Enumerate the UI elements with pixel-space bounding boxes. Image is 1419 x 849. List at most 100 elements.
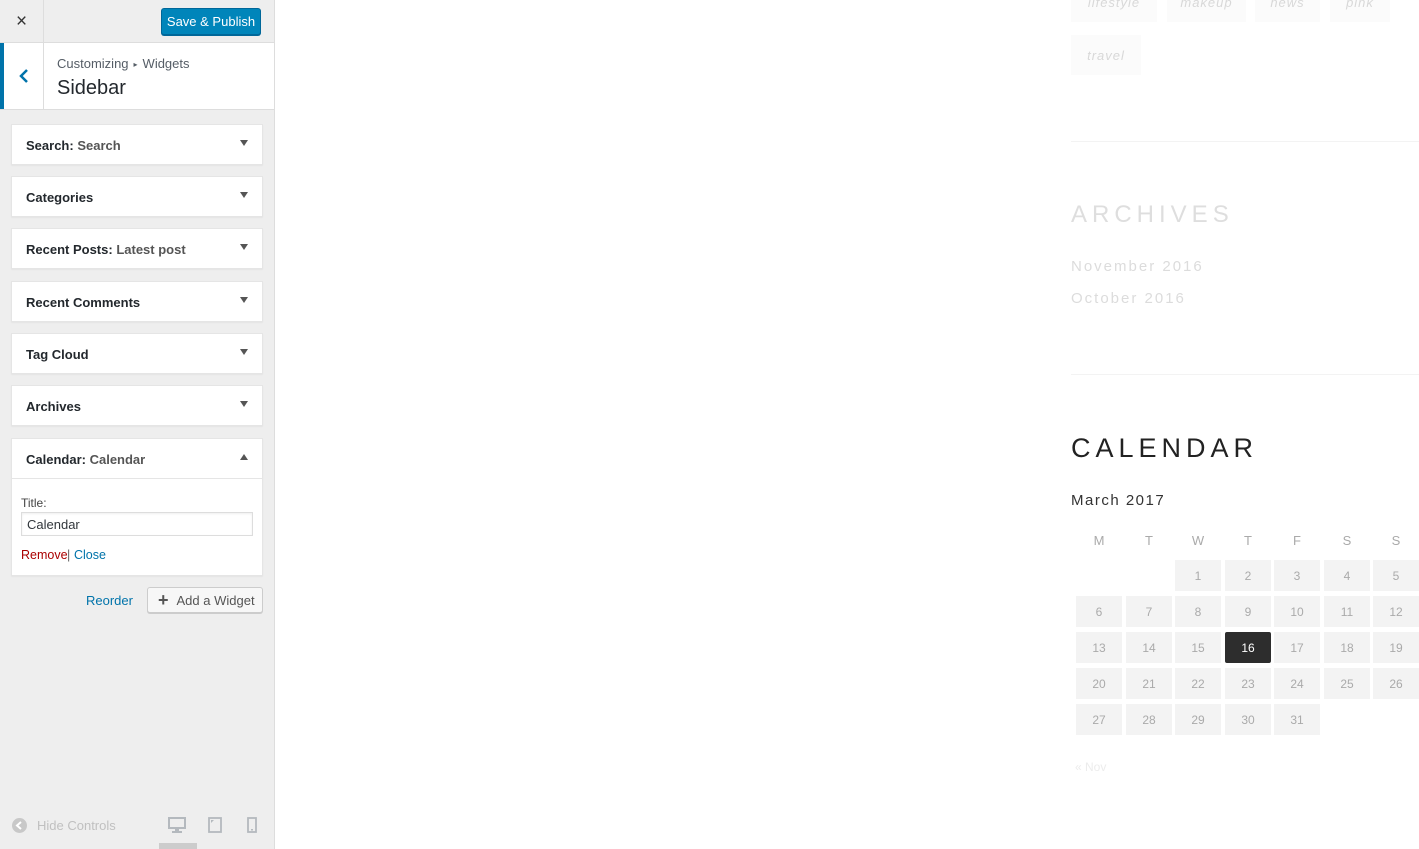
hide-controls-button[interactable]: Hide Controls [12,818,116,833]
breadcrumb: Customizing ▸ Widgets [57,56,190,71]
widget-recent-posts: Recent Posts: Latest post [11,228,263,269]
chevron-up-icon[interactable] [240,454,248,460]
calendar-day[interactable]: 4 [1324,560,1370,591]
widget-name: Search [26,138,70,153]
chevron-down-icon[interactable] [240,297,248,303]
breadcrumb-item-widgets: Widgets [142,56,190,71]
calendar-heading: CALENDAR [1071,433,1259,463]
chevron-left-icon [18,69,28,83]
archive-link[interactable]: November 2016 [1071,258,1204,275]
calendar-day[interactable]: 2 [1225,560,1271,591]
calendar-day[interactable]: 27 [1076,704,1122,735]
section-divider [1071,141,1419,142]
chevron-down-icon[interactable] [240,192,248,198]
tablet-preview-button[interactable] [208,817,222,838]
save-publish-button[interactable]: Save & Publish [161,8,261,35]
chevron-down-icon[interactable] [240,401,248,407]
widget-calendar-toggle[interactable]: Calendar: Calendar [12,439,262,479]
calendar-day[interactable]: 24 [1274,668,1320,699]
back-button[interactable] [0,43,44,109]
calendar-day[interactable]: 28 [1126,704,1172,735]
calendar-day[interactable]: 20 [1076,668,1122,699]
chevron-down-icon[interactable] [240,244,248,250]
calendar-day[interactable]: 11 [1324,596,1370,627]
desktop-icon [168,817,186,833]
calendar-day[interactable]: 6 [1076,596,1122,627]
close-customizer-button[interactable]: × [0,0,44,43]
widget-title: Calendar: Calendar [26,452,146,467]
mobile-icon [247,817,257,833]
tag-link[interactable]: pink [1330,0,1390,22]
calendar-day[interactable]: 12 [1373,596,1419,627]
calendar-day[interactable]: 5 [1373,560,1419,591]
widget-name: Calendar [26,452,82,467]
widget-title: Search: Search [26,138,121,153]
calendar-day[interactable]: 18 [1324,632,1370,663]
chevron-down-icon[interactable] [240,140,248,146]
add-widget-button[interactable]: + Add a Widget [147,587,263,613]
calendar-day[interactable]: 23 [1225,668,1271,699]
calendar-day[interactable]: 31 [1274,704,1320,735]
desktop-preview-button[interactable] [168,817,186,838]
collapse-arrow-icon [12,818,27,833]
calendar-day[interactable]: 15 [1175,632,1221,663]
prev-month-link[interactable]: « Nov [1075,760,1106,774]
calendar-day[interactable]: 21 [1126,668,1172,699]
widget-categories: Categories [11,176,263,217]
calendar-day-today[interactable]: 16 [1225,632,1271,663]
chevron-down-icon[interactable] [240,349,248,355]
widget-name: Tag Cloud [26,347,89,362]
calendar-day[interactable]: 26 [1373,668,1419,699]
widget-recent-posts-toggle[interactable]: Recent Posts: Latest post [12,229,262,269]
widget-tag-cloud-toggle[interactable]: Tag Cloud [12,334,262,374]
calendar-day[interactable]: 29 [1175,704,1221,735]
widget-categories-toggle[interactable]: Categories [12,177,262,217]
widget-recent-comments-toggle[interactable]: Recent Comments [12,282,262,322]
weekday-header: W [1191,533,1205,548]
archives-heading: ARCHIVES [1071,201,1234,228]
weekday-header: F [1293,533,1301,548]
widget-calendar: Calendar: Calendar Title: Remove | Close [11,438,263,576]
widget-recent-comments: Recent Comments [11,281,263,322]
calendar-month: March 2017 [1071,492,1166,509]
widget-archives-toggle[interactable]: Archives [12,386,262,426]
site-preview: lifestyle makeup news pink travel ARCHIV… [276,0,1419,849]
plus-icon: + [158,590,169,610]
calendar-day[interactable]: 17 [1274,632,1320,663]
calendar-day[interactable]: 9 [1225,596,1271,627]
widget-subtitle: Calendar [89,452,146,467]
calendar-day[interactable]: 14 [1126,632,1172,663]
calendar-day[interactable]: 19 [1373,632,1419,663]
tag-link[interactable]: travel [1071,35,1141,75]
close-widget-link[interactable]: Close [74,548,106,562]
remove-widget-link[interactable]: Remove [21,548,68,562]
calendar-day[interactable]: 1 [1175,560,1221,591]
breadcrumb-separator: ▸ [133,60,138,69]
calendar-day[interactable]: 3 [1274,560,1320,591]
tag-link[interactable]: news [1255,0,1320,22]
close-icon: × [15,10,28,32]
widget-name: Recent Posts [26,242,109,257]
section-header: Customizing ▸ Widgets Sidebar [0,43,274,110]
calendar-day[interactable]: 22 [1175,668,1221,699]
widget-tag-cloud: Tag Cloud [11,333,263,374]
widget-search-toggle[interactable]: Search: Search [12,125,262,165]
tag-link[interactable]: makeup [1167,0,1246,22]
weekday-header: S [1391,533,1401,548]
calendar-day[interactable]: 30 [1225,704,1271,735]
reorder-link[interactable]: Reorder [86,593,133,608]
tablet-icon [208,817,222,833]
calendar-day[interactable]: 25 [1324,668,1370,699]
mobile-preview-button[interactable] [247,817,257,838]
weekday-header: S [1342,533,1352,548]
calendar-day[interactable]: 7 [1126,596,1172,627]
section-title: Sidebar [57,77,126,99]
tag-link[interactable]: lifestyle [1071,0,1157,22]
calendar-day[interactable]: 10 [1274,596,1320,627]
title-input[interactable] [21,512,253,536]
weekday-header: T [1244,533,1252,548]
add-widget-label: Add a Widget [176,592,255,608]
archive-link[interactable]: October 2016 [1071,290,1186,307]
calendar-day[interactable]: 13 [1076,632,1122,663]
calendar-day[interactable]: 8 [1175,596,1221,627]
